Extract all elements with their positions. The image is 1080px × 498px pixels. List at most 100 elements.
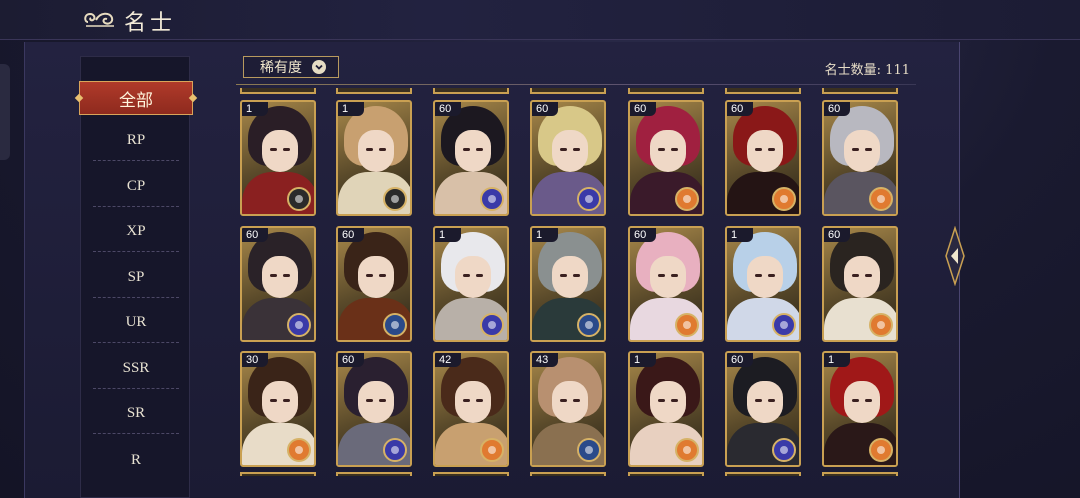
hero-card[interactable]: 1 <box>725 226 801 342</box>
card-peek-edge <box>725 472 801 476</box>
hero-card[interactable]: 60 <box>628 226 704 342</box>
hero-card[interactable]: 1 <box>336 100 412 216</box>
element-badge-icon <box>675 313 699 337</box>
portrait-eye <box>573 274 580 277</box>
sidebar-item-all[interactable]: 全部 <box>79 81 193 115</box>
card-level: 60 <box>727 102 753 116</box>
portrait-face <box>262 381 298 423</box>
portrait-eye <box>658 148 665 151</box>
portrait-face <box>650 256 686 298</box>
hero-card[interactable]: 60 <box>725 351 801 467</box>
card-level: 60 <box>630 102 656 116</box>
element-badge-icon <box>577 313 601 337</box>
element-badge-icon <box>869 187 893 211</box>
hero-card[interactable]: 1 <box>433 226 509 342</box>
card-level: 60 <box>435 102 461 116</box>
hero-card[interactable]: 30 <box>240 351 316 467</box>
card-peek-edge <box>240 88 316 94</box>
sidebar-item-xp[interactable]: XP <box>93 212 179 252</box>
sidebar-item-label: XP <box>126 223 146 239</box>
collapse-arrow-icon[interactable] <box>944 226 966 286</box>
portrait-eye <box>560 399 567 402</box>
portrait-eye <box>658 399 665 402</box>
card-level: 60 <box>338 228 364 242</box>
header-divider <box>236 84 916 85</box>
portrait-eye <box>463 274 470 277</box>
element-badge-icon <box>383 187 407 211</box>
portrait-face <box>844 256 880 298</box>
rarity-sidebar: 全部 RP CP XP SP UR SSR SR R <box>79 56 193 498</box>
portrait-face <box>455 130 491 172</box>
sidebar-item-ssr[interactable]: SSR <box>93 349 179 389</box>
portrait-eye <box>560 148 567 151</box>
portrait-eye <box>573 148 580 151</box>
sidebar-item-sr[interactable]: SR <box>93 394 179 434</box>
hero-card[interactable]: 60 <box>822 226 898 342</box>
card-level: 30 <box>242 353 268 367</box>
card-peek-edge <box>822 472 898 476</box>
sidebar-item-label: CP <box>126 178 146 194</box>
hero-card[interactable]: 60 <box>433 100 509 216</box>
sidebar-item-r[interactable]: R <box>93 440 179 480</box>
sidebar-item-label: 全部 <box>119 90 153 110</box>
portrait-eye <box>270 274 277 277</box>
sidebar-item-label: UR <box>125 314 147 330</box>
element-badge-icon <box>287 187 311 211</box>
hero-card[interactable]: 60 <box>822 100 898 216</box>
portrait-eye <box>270 148 277 151</box>
portrait-face <box>747 130 783 172</box>
portrait-eye <box>768 399 775 402</box>
hero-card[interactable]: 1 <box>822 351 898 467</box>
card-peek-edge <box>628 472 704 476</box>
hero-card[interactable]: 60 <box>336 351 412 467</box>
portrait-eye <box>768 148 775 151</box>
portrait-eye <box>852 399 859 402</box>
portrait-face <box>455 256 491 298</box>
portrait-face <box>844 381 880 423</box>
card-peek-edge <box>240 472 316 476</box>
portrait-eye <box>283 399 290 402</box>
card-level: 1 <box>435 228 461 242</box>
portrait-face <box>262 130 298 172</box>
sidebar-item-label: SSR <box>122 360 150 376</box>
portrait-eye <box>283 274 290 277</box>
portrait-eye <box>366 148 373 151</box>
portrait-face <box>747 256 783 298</box>
portrait-face <box>650 381 686 423</box>
rarity-filter-dropdown[interactable]: 稀有度 <box>243 56 339 78</box>
chevron-down-icon <box>312 60 326 74</box>
hero-card[interactable]: 1 <box>240 100 316 216</box>
element-badge-icon <box>383 438 407 462</box>
sidebar-item-sp[interactable]: SP <box>93 258 179 298</box>
sidebar-item-ur[interactable]: UR <box>93 303 179 343</box>
sidebar-item-rp[interactable]: RP <box>93 121 179 161</box>
hero-card[interactable]: 42 <box>433 351 509 467</box>
card-level: 1 <box>532 228 558 242</box>
portrait-eye <box>379 148 386 151</box>
portrait-eye <box>573 399 580 402</box>
sidebar-item-label: SR <box>126 405 146 421</box>
hero-card[interactable]: 60 <box>725 100 801 216</box>
hero-card[interactable]: 43 <box>530 351 606 467</box>
portrait-face <box>552 130 588 172</box>
filter-label: 稀有度 <box>260 60 302 76</box>
hero-card[interactable]: 60 <box>628 100 704 216</box>
card-level: 60 <box>338 353 364 367</box>
card-level: 60 <box>630 228 656 242</box>
portrait-face <box>552 256 588 298</box>
element-badge-icon <box>675 438 699 462</box>
portrait-eye <box>366 399 373 402</box>
hero-card[interactable]: 60 <box>530 100 606 216</box>
portrait-face <box>552 381 588 423</box>
hero-card[interactable]: 1 <box>628 351 704 467</box>
element-badge-icon <box>772 187 796 211</box>
portrait-eye <box>755 399 762 402</box>
hero-card[interactable]: 60 <box>240 226 316 342</box>
left-edge-tab[interactable] <box>0 64 10 160</box>
hero-card[interactable]: 1 <box>530 226 606 342</box>
card-level: 1 <box>242 102 268 116</box>
portrait-eye <box>366 274 373 277</box>
sidebar-item-cp[interactable]: CP <box>93 167 179 207</box>
hero-card[interactable]: 60 <box>336 226 412 342</box>
card-level: 1 <box>630 353 656 367</box>
